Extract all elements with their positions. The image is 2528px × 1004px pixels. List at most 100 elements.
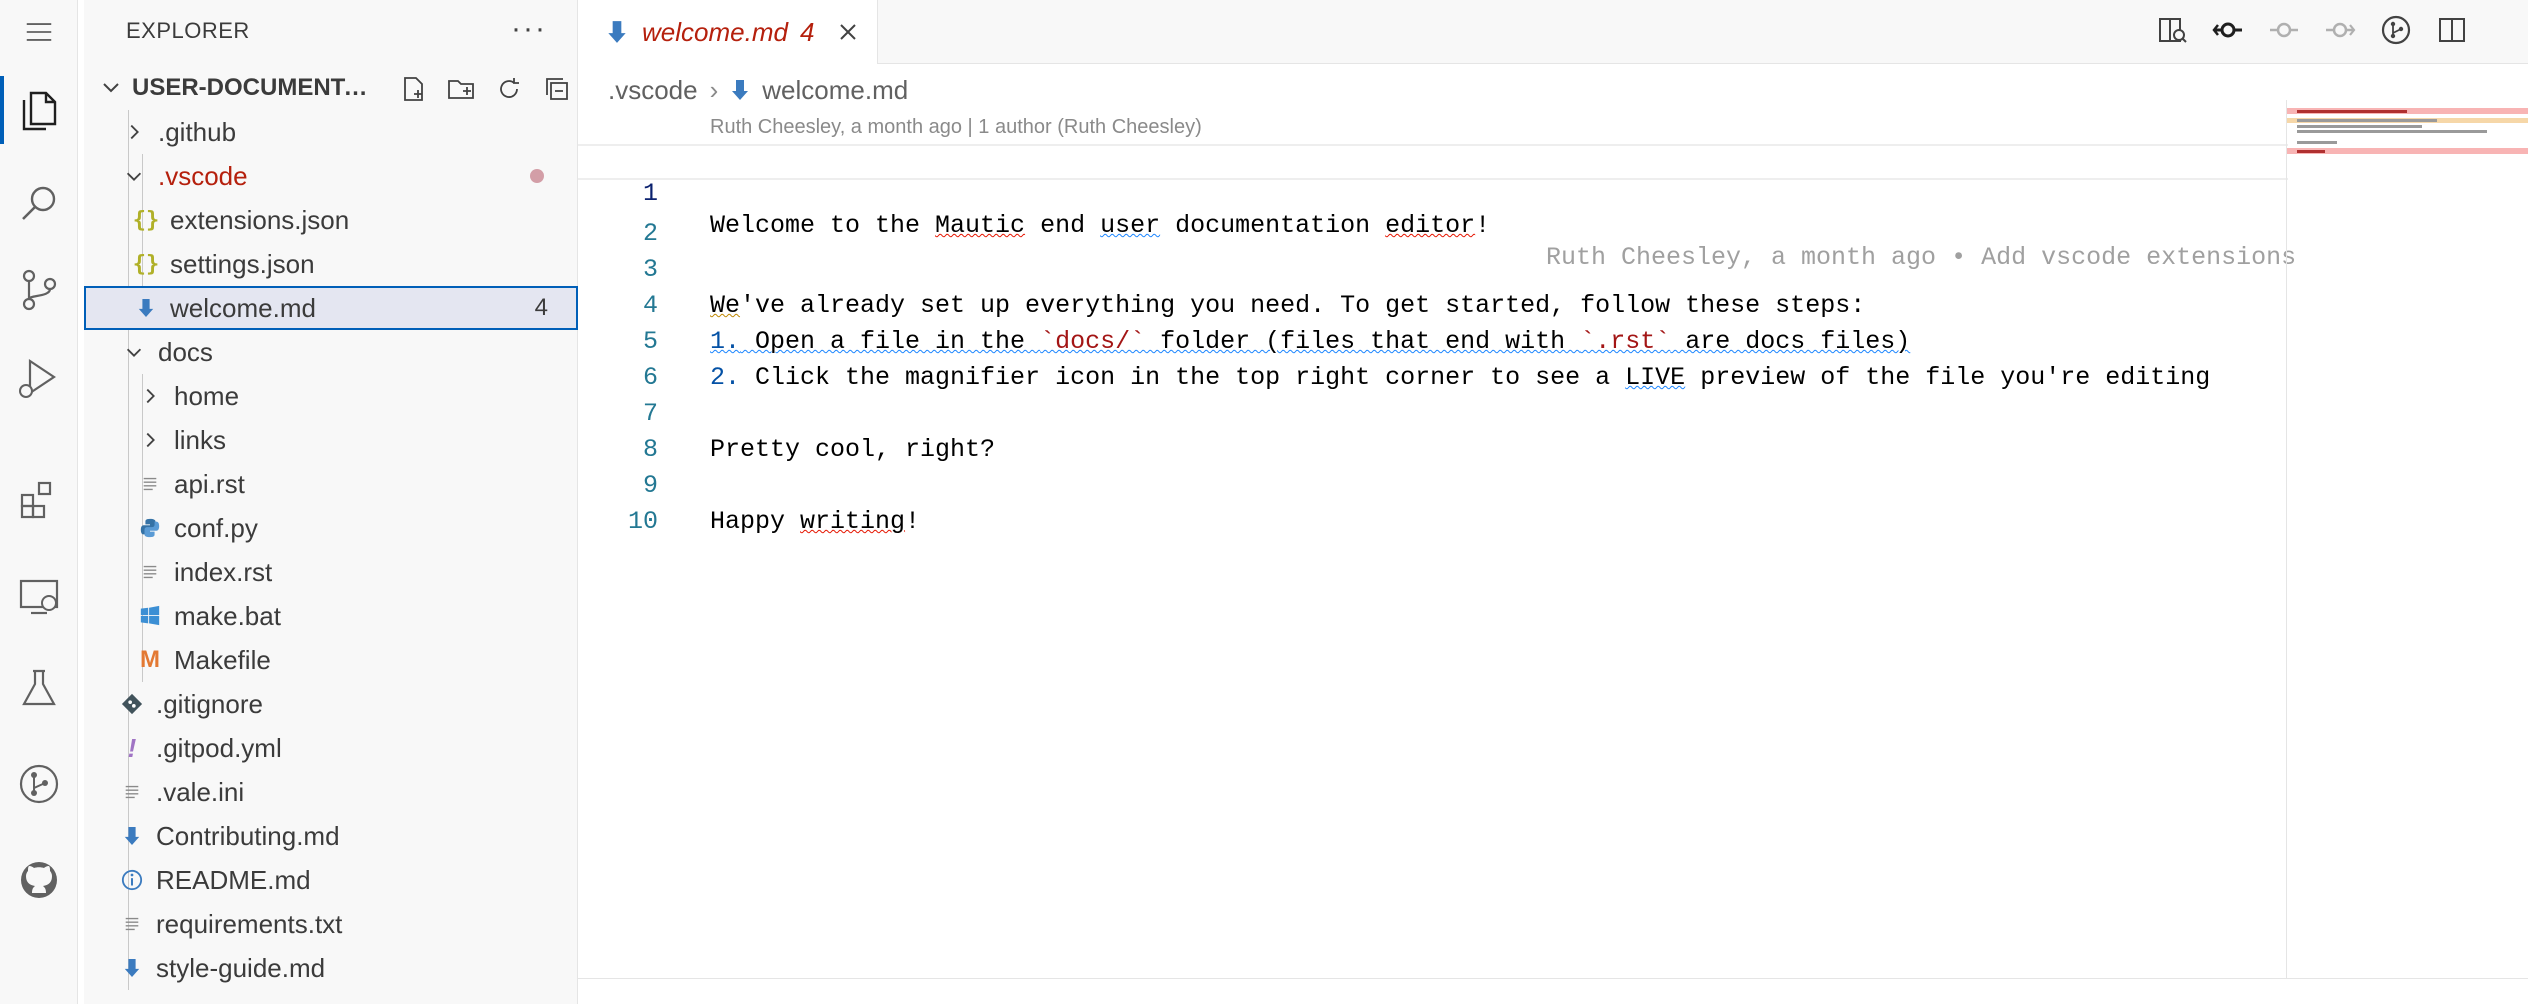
tree-file-settings-json[interactable]: {} settings.json [84,242,578,286]
tree-file-conf-py[interactable]: conf.py [84,506,578,550]
split-editor-icon[interactable] [2436,14,2468,46]
more-actions-icon[interactable]: ··· [511,12,547,46]
tree-file-makefile[interactable]: M Makefile [84,638,578,682]
tree-folder-docs[interactable]: docs [84,330,578,374]
code-line[interactable]: 5 2. Click the magnifier icon in the top… [578,288,2288,392]
tree-item-label: .gitignore [156,688,263,719]
tab-problem-count: 4 [799,16,815,47]
code-line[interactable]: 6 [578,324,2288,392]
makefile-icon: M [140,646,160,673]
open-preview-to-side-icon[interactable] [2156,14,2188,46]
explorer-icon[interactable] [0,66,78,154]
sidebar-title: EXPLORER [126,18,250,43]
windows-file-icon [136,602,164,630]
line-number: 10 [627,507,658,536]
text-file-icon [136,470,164,498]
problem-count-badge: 4 [534,294,548,321]
chevron-right-icon [136,382,164,410]
editor-toolbar [2156,14,2468,46]
tree-item-label: Contributing.md [156,820,340,851]
tree-item-label: links [174,424,227,455]
breadcrumb-folder[interactable]: .vscode [608,75,698,106]
tree-file-requirements-txt[interactable]: requirements.txt [84,902,578,946]
markdown-file-icon [118,954,146,982]
remote-explorer-icon[interactable] [0,552,78,640]
git-lens-icon[interactable] [2380,14,2412,46]
tree-item-label: index.rst [174,556,273,587]
breadcrumb: .vscode › welcome.md [608,72,908,108]
tree-item-label: style-guide.md [156,952,326,983]
tree-file-contributing-md[interactable]: Contributing.md [84,814,578,858]
tree-item-label: api.rst [174,468,245,499]
code-line[interactable]: 9 Happy writing! [578,432,2288,536]
info-icon [118,866,146,894]
tree-item-label: .vale.ini [156,776,245,807]
code-line[interactable]: 4 1. Open a file in the `docs/` folder (… [578,252,2288,356]
code-line[interactable]: 2 [578,180,2288,248]
tree-folder-home[interactable]: home [84,374,578,418]
text-file-icon [118,910,146,938]
tree-file-readme-md[interactable]: README.md [84,858,578,902]
tree-item-label: requirements.txt [156,908,343,939]
tree-file-api-rst[interactable]: api.rst [84,462,578,506]
code-line[interactable]: 8 [578,396,2288,464]
new-file-icon[interactable] [398,74,428,104]
tree-file-index-rst[interactable]: index.rst [84,550,578,594]
next-change-icon[interactable] [2324,14,2356,46]
panel-border [578,978,2528,1004]
git-blame-codelens[interactable]: Ruth Cheesley, a month ago | 1 author (R… [710,116,1202,139]
editor-group: welcome.md 4 .vscode › welcome.md Ruth C… [578,0,2528,1004]
tree-file-make-bat[interactable]: make.bat [84,594,578,638]
tree-file-welcome-md[interactable]: welcome.md 4 [84,286,578,330]
tree-item-label: extensions.json [170,204,350,235]
workspace-section-header[interactable]: USER-DOCUMENTATION [84,66,578,110]
json-file-icon: {} [132,207,160,233]
chevron-right-icon: › [709,74,719,105]
collapse-all-icon[interactable] [542,74,572,104]
chevron-right-icon [136,426,164,454]
workspace-name: USER-DOCUMENTATION [132,74,382,101]
run-debug-icon[interactable] [0,334,78,422]
refresh-icon[interactable] [494,74,524,104]
markdown-file-icon [132,294,160,322]
tree-item-label: home [174,380,240,411]
tree-folder-links[interactable]: links [84,418,578,462]
chevron-down-icon [120,162,148,190]
tree-item-label: .github [158,116,237,147]
git-graph-icon[interactable] [0,740,78,828]
menu-icon[interactable] [0,0,78,64]
previous-change-icon[interactable] [2268,14,2300,46]
breadcrumb-file[interactable]: welcome.md [762,75,908,106]
chevron-down-icon [120,338,148,366]
activity-bar [0,0,78,1004]
tree-item-label: .vscode [158,160,248,191]
tree-folder-github[interactable]: .github [84,110,578,154]
tab-title: welcome.md [642,16,788,47]
new-folder-icon[interactable] [446,74,476,104]
tree-file-vale-ini[interactable]: .vale.ini [84,770,578,814]
source-control-icon[interactable] [0,246,78,334]
close-icon[interactable] [836,20,860,44]
tree-file-extensions-json[interactable]: {} extensions.json [84,198,578,242]
code-line[interactable]: 3 We've already set up everything you ne… [578,216,2288,320]
tree-item-label: README.md [156,864,311,895]
code-line[interactable]: 7 Pretty cool, right? [578,360,2288,464]
tree-item-label: make.bat [174,600,281,631]
tree-file-style-guide-md[interactable]: style-guide.md [84,946,578,990]
text-file-icon [136,558,164,586]
code-line[interactable]: 10 [578,468,2288,536]
tree-file-gitpod-yml[interactable]: ! .gitpod.yml [84,726,578,770]
open-changes-icon[interactable] [2212,14,2244,46]
code-line[interactable]: 1 Welcome to the Mautic end user documen… [578,144,2296,272]
testing-icon[interactable] [0,644,78,732]
minimap-line [2297,125,2422,128]
extensions-icon[interactable] [0,456,78,544]
github-icon[interactable] [0,836,78,924]
tree-item-label: welcome.md [170,292,316,323]
search-icon[interactable] [0,160,78,248]
tree-folder-vscode[interactable]: .vscode [84,154,578,198]
minimap[interactable] [2286,100,2528,980]
tree-file-gitignore[interactable]: .gitignore [84,682,578,726]
tab-welcome-md[interactable]: welcome.md 4 [578,0,878,64]
minimap-line [2297,110,2407,113]
